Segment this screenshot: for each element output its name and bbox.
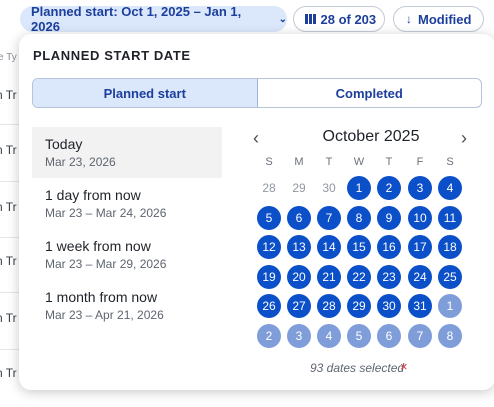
sort-label: Modified <box>418 11 472 27</box>
calendar-day[interactable]: 1 <box>347 176 371 200</box>
calendar-day[interactable]: 30 <box>377 294 401 318</box>
preset-range: Mar 23 – Mar 24, 2026 <box>45 206 167 220</box>
popover-title: PLANNED START DATE <box>33 48 191 63</box>
calendar-day[interactable]: 20 <box>287 265 311 289</box>
calendar-day[interactable]: 9 <box>377 206 401 230</box>
preset-range: Mar 23, 2026 <box>45 155 116 169</box>
preset-label: 1 month from now <box>45 289 158 305</box>
calendar-day[interactable]: 21 <box>317 265 341 289</box>
selection-count: 93 dates selected <box>310 361 405 375</box>
preset-label: Today <box>45 136 83 152</box>
weekday-label: F <box>416 156 424 168</box>
calendar-day[interactable]: 12 <box>257 235 281 259</box>
calendar-day[interactable]: 17 <box>408 235 432 259</box>
calendar-day[interactable]: 24 <box>408 265 432 289</box>
table-cell: n Tr <box>0 254 17 268</box>
calendar-day[interactable]: 4 <box>438 176 462 200</box>
calendar-day[interactable]: 23 <box>377 265 401 289</box>
columns-count-chip[interactable]: 28 of 203 <box>293 6 385 32</box>
date-filter-label: Planned start: Oct 1, 2025 – Jan 1, 2026 <box>31 4 242 34</box>
preset-today[interactable]: Today Mar 23, 2026 <box>32 127 222 178</box>
arrow-down-icon: ↓ <box>406 12 412 26</box>
calendar-day[interactable]: 25 <box>438 265 462 289</box>
calendar-day[interactable]: 2 <box>257 324 281 348</box>
weekday-label: S <box>265 156 273 168</box>
app-root: e Ty n Tr n Tr n Tr n Tr n Tr n Tr Plann… <box>0 0 494 407</box>
calendar-day[interactable]: 26 <box>257 294 281 318</box>
preset-label: 1 day from now <box>45 187 141 203</box>
calendar-day[interactable]: 15 <box>347 235 371 259</box>
date-filter-popover: PLANNED START DATE Planned start Complet… <box>19 34 494 390</box>
chevron-down-icon: ⌄ <box>278 13 287 25</box>
sort-chip[interactable]: ↓ Modified <box>393 6 484 32</box>
calendar-day[interactable]: 2 <box>377 176 401 200</box>
chevron-right-icon[interactable]: › <box>461 128 467 149</box>
preset-range: Mar 23 – Mar 29, 2026 <box>45 257 167 271</box>
calendar-day[interactable]: 19 <box>257 265 281 289</box>
calendar-day[interactable]: 28 <box>317 294 341 318</box>
weekday-label: T <box>325 156 333 168</box>
calendar-day[interactable]: 7 <box>408 324 432 348</box>
tab-planned-start[interactable]: Planned start <box>33 79 258 107</box>
date-field-toggle: Planned start Completed <box>32 78 482 108</box>
table-cell: n Tr <box>0 366 17 380</box>
calendar-day[interactable]: 5 <box>347 324 371 348</box>
calendar-day[interactable]: 6 <box>377 324 401 348</box>
calendar-day[interactable]: 4 <box>317 324 341 348</box>
calendar-day[interactable]: 3 <box>408 176 432 200</box>
column-header: e Ty <box>0 52 17 63</box>
weekday-label: T <box>385 156 393 168</box>
date-filter-chip[interactable]: Planned start: Oct 1, 2025 – Jan 1, 2026… <box>20 4 287 34</box>
table-cell: n Tr <box>0 88 17 102</box>
calendar-day[interactable]: 27 <box>287 294 311 318</box>
calendar-day[interactable]: 3 <box>287 324 311 348</box>
calendar-day[interactable]: 18 <box>438 235 462 259</box>
table-cell: n Tr <box>0 200 17 214</box>
calendar-day[interactable]: 30 <box>317 176 341 200</box>
calendar-day[interactable]: 31 <box>408 294 432 318</box>
preset-1-month[interactable]: 1 month from now Mar 23 – Apr 21, 2026 <box>32 280 222 331</box>
calendar-day[interactable]: 5 <box>257 206 281 230</box>
preset-1-week[interactable]: 1 week from now Mar 23 – Mar 29, 2026 <box>32 229 222 280</box>
calendar-day[interactable]: 8 <box>347 206 371 230</box>
calendar-day[interactable]: 1 <box>438 294 462 318</box>
close-icon[interactable]: × <box>400 359 408 374</box>
calendar-day[interactable]: 28 <box>257 176 281 200</box>
calendar-day[interactable]: 16 <box>377 235 401 259</box>
table-cell: n Tr <box>0 311 17 325</box>
calendar-day[interactable]: 11 <box>438 206 462 230</box>
weekday-label: W <box>353 156 365 168</box>
calendar-day[interactable]: 29 <box>347 294 371 318</box>
weekday-label: M <box>294 156 304 168</box>
calendar-day[interactable]: 29 <box>287 176 311 200</box>
weekday-label: S <box>446 156 454 168</box>
chevron-left-icon[interactable]: ‹ <box>253 128 259 149</box>
table-cell: n Tr <box>0 143 17 157</box>
columns-icon <box>305 14 316 24</box>
calendar-month-title: October 2025 <box>322 128 420 145</box>
tab-completed[interactable]: Completed <box>258 79 482 107</box>
calendar-day[interactable]: 8 <box>438 324 462 348</box>
calendar-day[interactable]: 14 <box>317 235 341 259</box>
calendar-day[interactable]: 22 <box>347 265 371 289</box>
preset-range: Mar 23 – Apr 21, 2026 <box>45 308 164 322</box>
calendar-day[interactable]: 6 <box>287 206 311 230</box>
preset-1-day[interactable]: 1 day from now Mar 23 – Mar 24, 2026 <box>32 178 222 229</box>
calendar-day[interactable]: 13 <box>287 235 311 259</box>
calendar-day[interactable]: 10 <box>408 206 432 230</box>
preset-label: 1 week from now <box>45 238 151 254</box>
calendar-day[interactable]: 7 <box>317 206 341 230</box>
count-label: 28 of 203 <box>320 11 377 27</box>
